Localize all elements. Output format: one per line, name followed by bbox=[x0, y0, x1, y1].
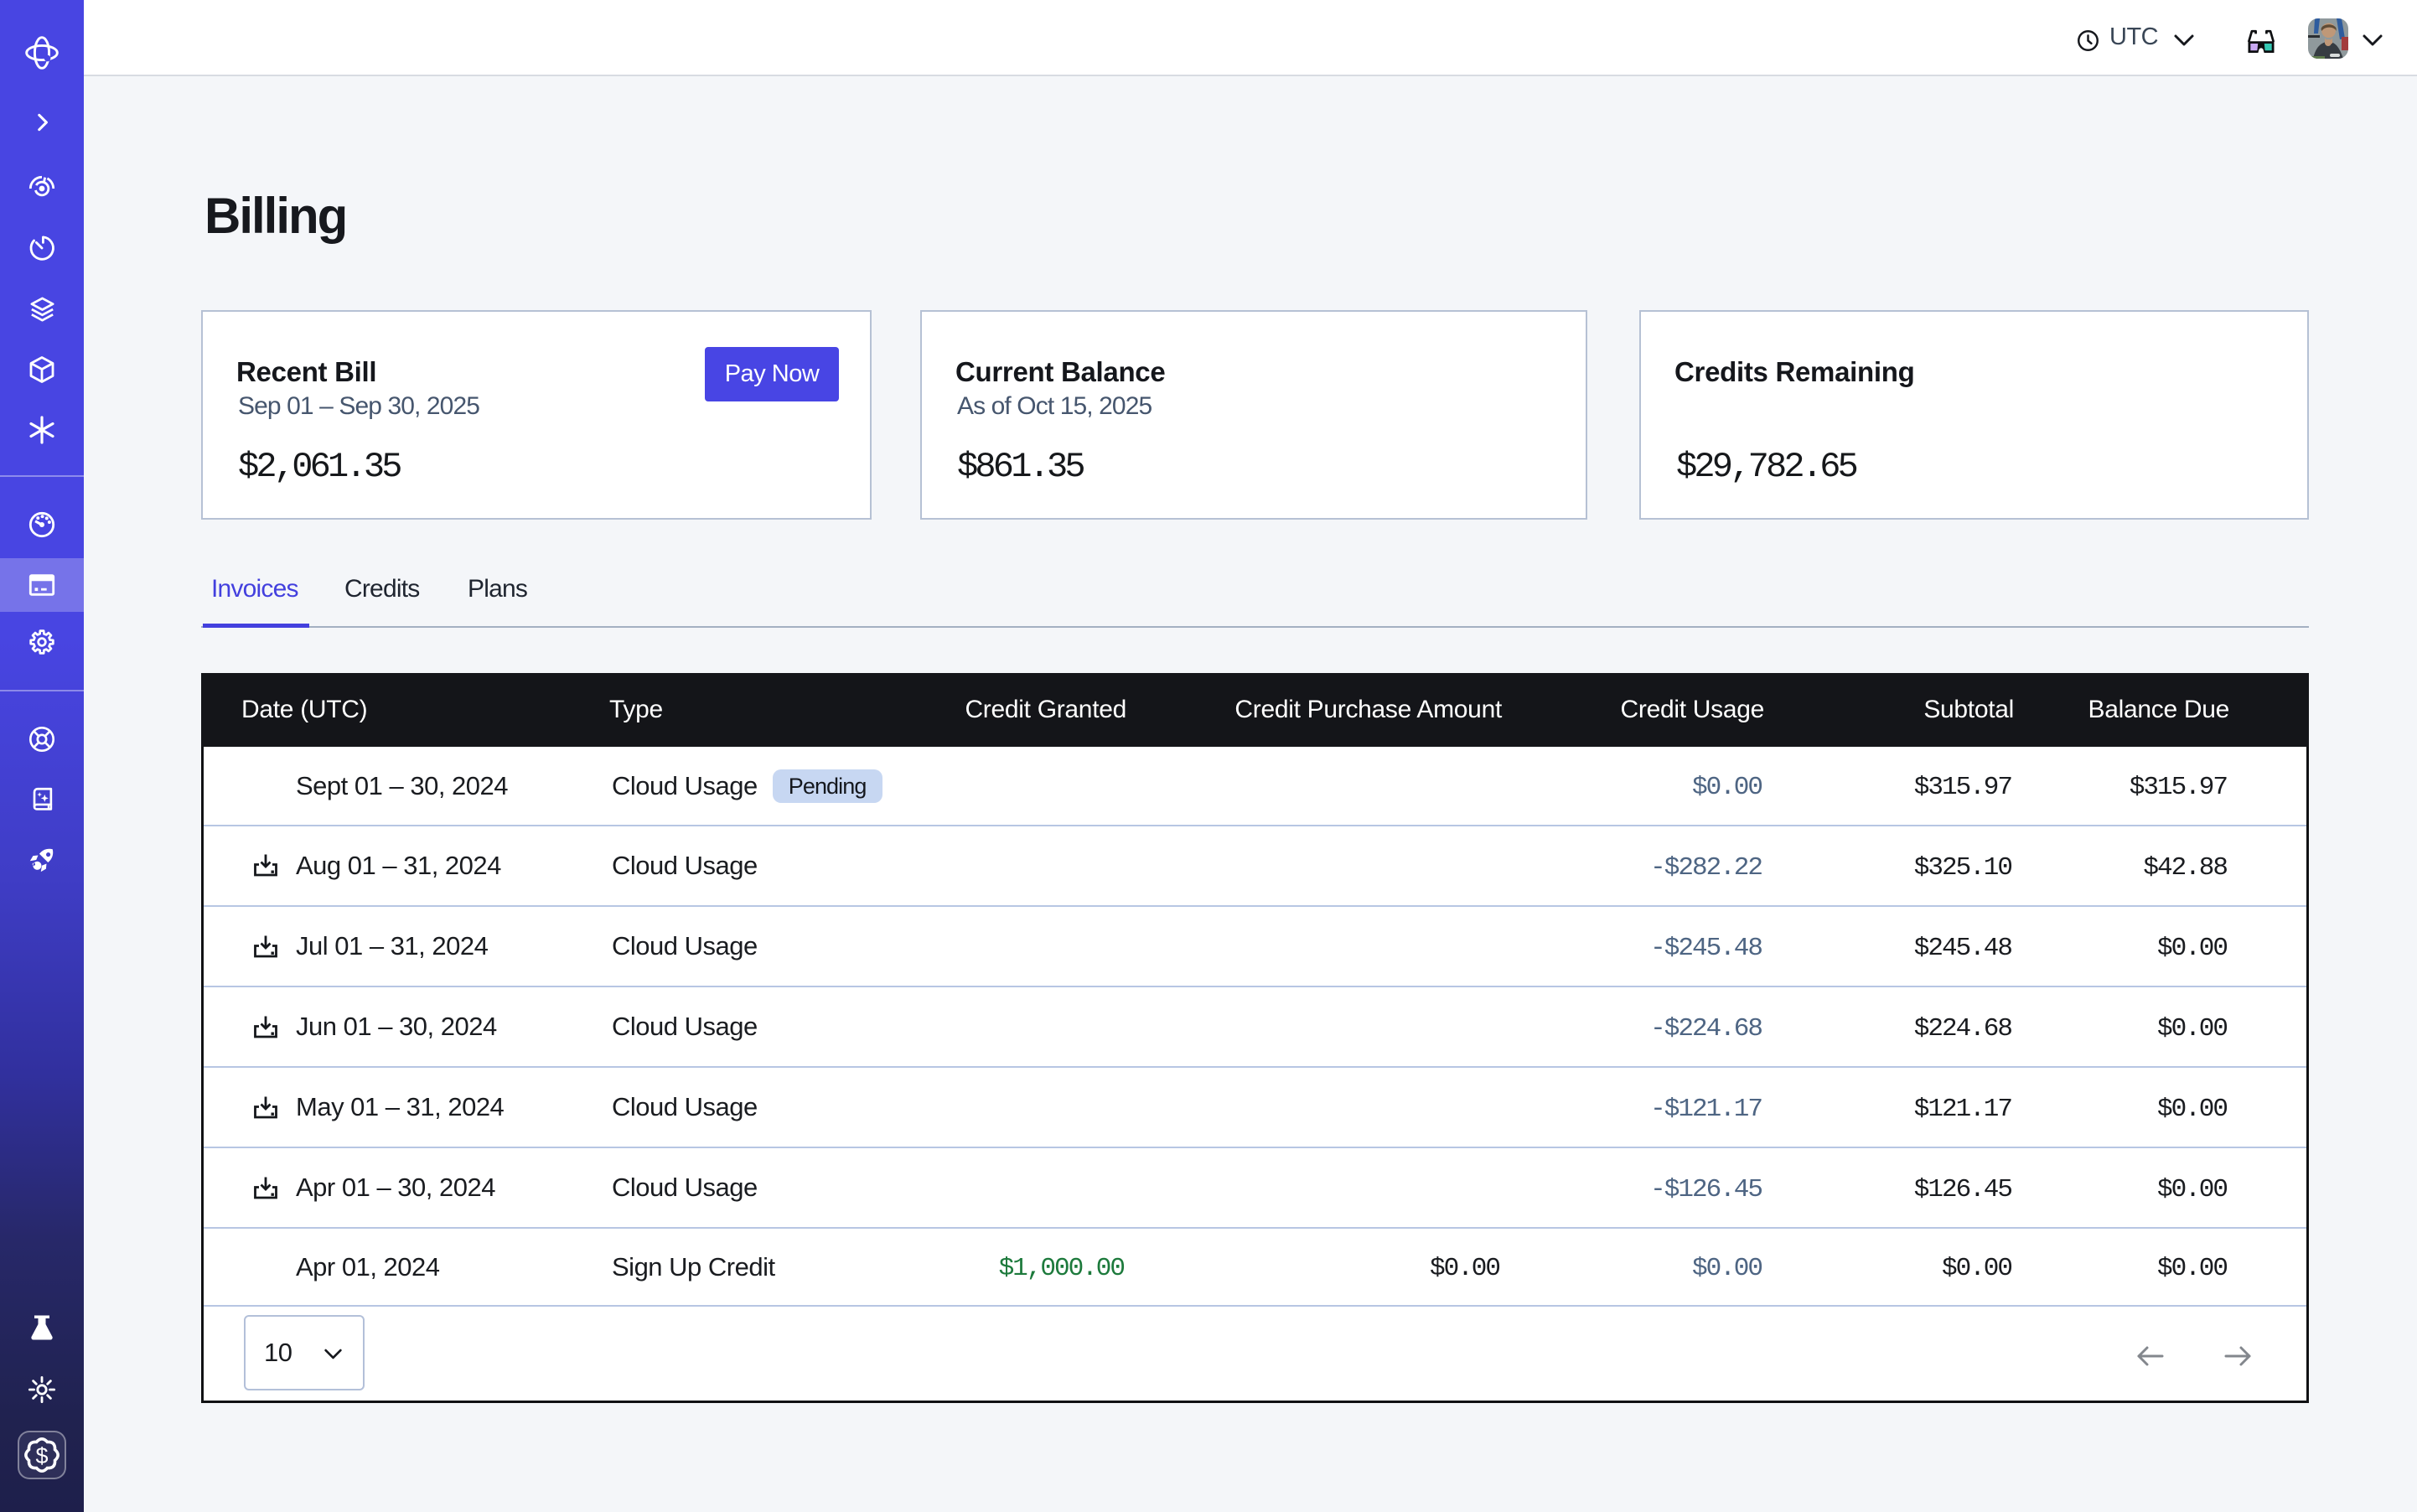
svg-text:$: $ bbox=[35, 1443, 48, 1468]
